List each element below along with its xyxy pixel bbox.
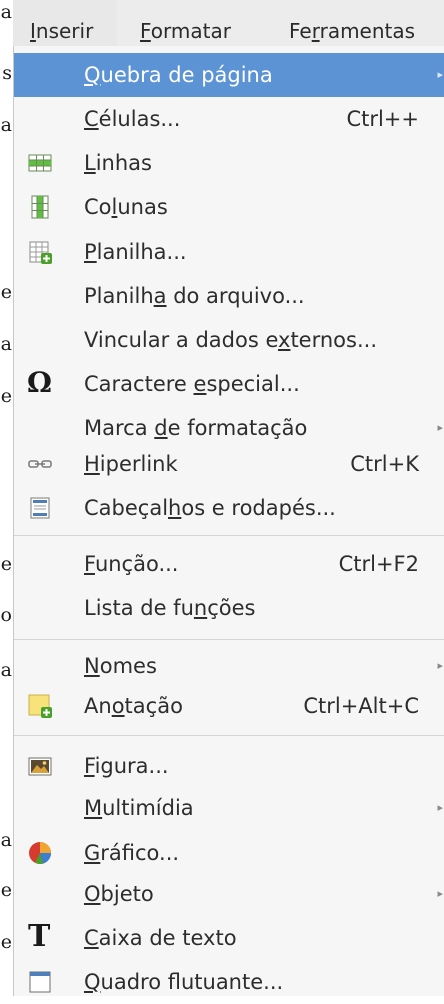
floating-frame-icon [27, 969, 53, 995]
bg-letter: e [0, 553, 12, 575]
menu-item-label: Caixa de texto [84, 926, 237, 950]
menu-item-label: Quadro flutuante... [84, 970, 284, 994]
menu-item-label: Cabeçalhos e rodapés... [84, 496, 336, 520]
menu-formatar[interactable]: Formatar [117, 0, 269, 46]
menu-item-label: Nomes [84, 654, 157, 678]
menu-item-figura[interactable]: Figura... [14, 744, 444, 788]
menu-item-shortcut: Ctrl+K [350, 452, 419, 476]
menu-item-nomes[interactable]: Nomes ▸ [14, 644, 444, 688]
menu-item-label: Anotação [84, 694, 183, 718]
menu-item-label: Planilha do arquivo... [84, 284, 305, 308]
menu-separator [14, 639, 444, 640]
chart-icon [27, 840, 53, 866]
menu-item-planilha[interactable]: Planilha... [14, 230, 444, 274]
menu-separator [14, 535, 444, 536]
menu-item-label: Células... [84, 107, 181, 131]
bg-letter: a [0, 829, 12, 851]
menu-item-label: Caractere especial... [84, 372, 300, 396]
menu-item-label: Hiperlink [84, 452, 178, 476]
insert-sheet-icon [27, 239, 53, 265]
menu-item-hiperlink[interactable]: Hiperlink Ctrl+K [14, 442, 444, 486]
menu-item-planilha-do-arquivo[interactable]: Planilha do arquivo... [14, 274, 444, 318]
bg-letter: o [0, 604, 12, 626]
background-document: a s a e a e e o a a e e [0, 0, 13, 996]
menu-item-funcao[interactable]: Função... Ctrl+F2 [14, 542, 444, 586]
bg-letter: e [0, 281, 12, 303]
menu-item-caixa-de-texto[interactable]: T Caixa de texto [14, 916, 444, 960]
menu-item-caractere-especial[interactable]: Ω Caractere especial... [14, 362, 444, 406]
bg-letter: a [0, 1, 12, 23]
submenu-arrow-icon: ▸ [437, 659, 443, 672]
insert-columns-icon [27, 194, 53, 220]
menu-item-multimidia[interactable]: Multimídia ▸ [14, 786, 444, 830]
menu-item-shortcut: Ctrl++ [346, 107, 419, 131]
menubar: Inserir Formatar Ferramentas [13, 0, 444, 46]
header-footer-icon [27, 495, 53, 521]
menu-ferramentas[interactable]: Ferramentas [269, 0, 444, 46]
bg-letter: s [2, 62, 12, 84]
menu-item-quebra-de-pagina[interactable]: Quebra de página ▸ [14, 53, 444, 97]
menu-item-vincular-dados-externos[interactable]: Vincular a dados externos... [14, 318, 444, 362]
bg-letter: e [0, 931, 12, 953]
menu-item-label: Linhas [84, 151, 152, 175]
menu-item-label: Quebra de página [84, 63, 273, 87]
submenu-arrow-icon: ▸ [437, 887, 443, 900]
menu-item-label: Planilha... [84, 240, 187, 264]
bg-letter: a [0, 333, 12, 355]
menu-item-shortcut: Ctrl+F2 [338, 552, 419, 576]
hyperlink-icon [27, 451, 53, 477]
menu-item-label: Vincular a dados externos... [84, 328, 377, 352]
text-box-icon: T [28, 919, 51, 954]
menu-item-quadro-flutuante[interactable]: Quadro flutuante... [14, 960, 444, 1004]
bg-letter: a [0, 659, 12, 681]
menu-inserir[interactable]: Inserir [13, 0, 117, 46]
menu-item-cabecalhos-e-rodapes[interactable]: Cabeçalhos e rodapés... [14, 486, 444, 530]
menu-item-label: Figura... [84, 754, 169, 778]
bg-letter: e [0, 879, 12, 901]
menu-item-grafico[interactable]: Gráfico... [14, 831, 444, 875]
menu-item-label: Multimídia [84, 796, 194, 820]
bg-letter: e [0, 385, 12, 407]
menu-item-label: Colunas [84, 195, 168, 219]
submenu-arrow-icon: ▸ [437, 801, 443, 814]
omega-icon: Ω [27, 366, 52, 399]
menu-item-label: Lista de funções [84, 596, 256, 620]
menu-item-colunas[interactable]: Colunas [14, 185, 444, 229]
menu-item-anotacao[interactable]: Anotação Ctrl+Alt+C [14, 684, 444, 728]
menu-item-objeto[interactable]: Objeto ▸ [14, 872, 444, 916]
menu-item-lista-de-funcoes[interactable]: Lista de funções [14, 586, 444, 630]
annotation-icon [27, 693, 53, 719]
menu-item-celulas[interactable]: Células... Ctrl++ [14, 97, 444, 141]
image-icon [27, 753, 53, 779]
insert-rows-icon [27, 150, 53, 176]
menu-item-linhas[interactable]: Linhas [14, 141, 444, 185]
menu-item-label: Gráfico... [84, 841, 180, 865]
menu-item-label: Função... [84, 552, 179, 576]
inserir-dropdown-menu: Quebra de página ▸ Células... Ctrl++ Lin… [13, 46, 444, 996]
menu-item-shortcut: Ctrl+Alt+C [303, 694, 419, 718]
menu-separator [14, 735, 444, 736]
menu-item-label: Objeto [84, 882, 154, 906]
bg-letter: a [0, 114, 12, 136]
submenu-arrow-icon: ▸ [437, 68, 443, 81]
